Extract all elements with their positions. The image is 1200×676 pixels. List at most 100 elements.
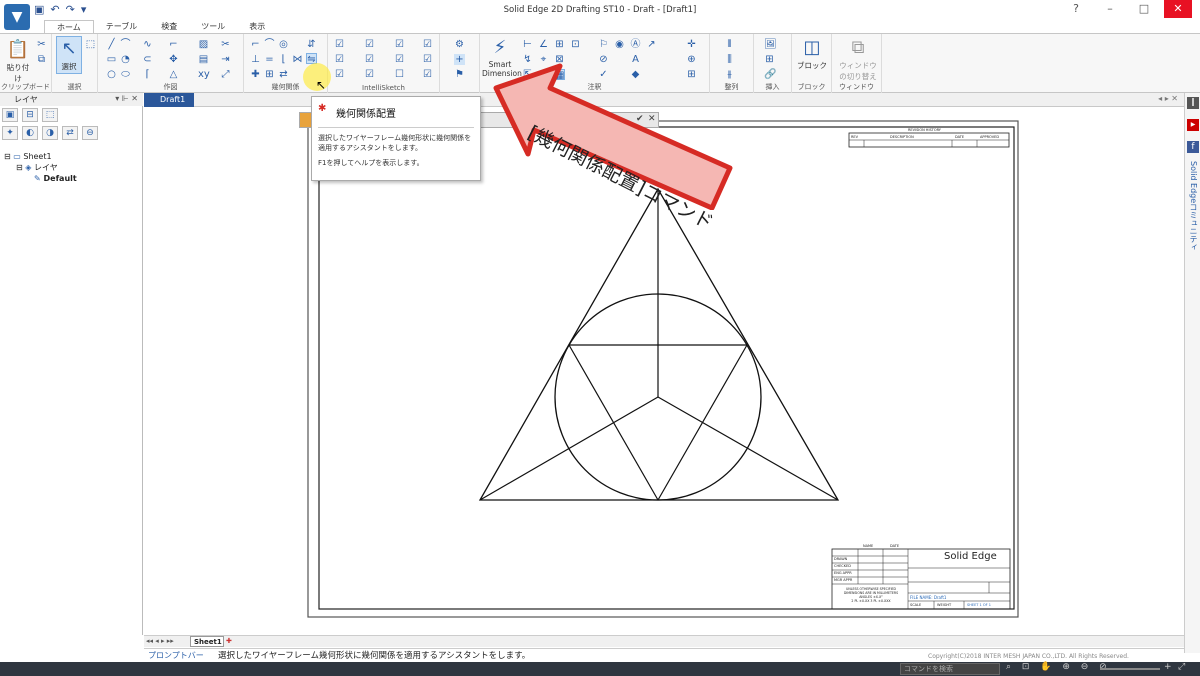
move-layer-icon[interactable]: ⇄ — [62, 126, 78, 140]
offset-icon[interactable]: ⊂ — [142, 54, 153, 65]
tab-view[interactable]: 表示 — [237, 20, 277, 34]
object-icon[interactable]: ⊞ — [764, 54, 775, 65]
sheet-nav-icon[interactable]: ◂◂ ◂ ▸ ▸▸ — [146, 637, 174, 645]
coordinate-icon[interactable]: xy — [198, 69, 210, 80]
tab-nav-icon[interactable]: ◂ ▸ ✕ — [1158, 94, 1178, 103]
cut-icon[interactable]: ✂ — [36, 39, 47, 50]
new-layer-icon[interactable]: ✦ — [2, 126, 18, 140]
circle-arc-icon[interactable]: ◔ — [120, 54, 131, 65]
view-tools-icons[interactable]: ⌕ ⊡ ✋ ⊕ ⊖ ⊘ — [1006, 662, 1111, 672]
is-check6-icon[interactable]: ☑ — [364, 54, 375, 65]
is-check7-icon[interactable]: ☑ — [394, 54, 405, 65]
is-check5-icon[interactable]: ☑ — [334, 54, 345, 65]
concentric-icon[interactable]: ◎ — [278, 39, 289, 50]
scale-icon[interactable]: ⤢ — [220, 69, 231, 80]
move-icon[interactable]: ✥ — [168, 54, 179, 65]
intellisketch-options-icon[interactable]: ⚙ — [454, 39, 465, 50]
circle-icon[interactable]: ○ — [106, 69, 117, 80]
callout-icon[interactable]: ⚐ — [598, 39, 609, 50]
window-switch-button[interactable]: ⧉ ウィンドウの切り替え — [836, 36, 880, 82]
fillet-icon[interactable]: ⌐ — [168, 39, 179, 50]
expand-icon[interactable]: ⊟ — [16, 163, 23, 172]
line-icon[interactable]: ╱ — [106, 39, 117, 50]
select-button[interactable]: ↖ 選択 — [56, 36, 82, 74]
copy-icon[interactable]: ⧉ — [36, 54, 47, 65]
mirror-icon[interactable]: △ — [168, 69, 179, 80]
expand-icon[interactable]: ⊟ — [4, 152, 11, 161]
layer-view-icon[interactable]: ▣ — [2, 108, 18, 122]
is-check4-icon[interactable]: ☑ — [422, 39, 433, 50]
coordinate-dim-icon[interactable]: ⊞ — [554, 39, 565, 50]
rigid-set-icon[interactable]: ⊞ — [264, 69, 275, 80]
add-sheet-icon[interactable]: ✚ — [226, 637, 232, 645]
chamfer-icon[interactable]: ⌈ — [142, 69, 153, 80]
tree-item-layers[interactable]: ⊟ ◈ レイヤ — [4, 162, 77, 173]
facebook-icon[interactable]: f — [1187, 141, 1199, 153]
center-mark-icon[interactable]: ✛ — [686, 39, 697, 50]
tab-table[interactable]: テーブル — [94, 20, 150, 34]
paste-button[interactable]: 📋 貼り付け — [4, 38, 32, 84]
extend-icon[interactable]: ⇥ — [220, 54, 231, 65]
intellisketch-add-icon[interactable]: + — [454, 54, 465, 65]
tab-sheet1[interactable]: Sheet1 — [190, 636, 224, 647]
select-tools-icon[interactable]: ⬚ — [85, 39, 96, 50]
leader-icon[interactable]: ↗ — [646, 39, 657, 50]
symmetric-icon[interactable]: ⋈ — [292, 54, 303, 65]
minimize-button[interactable]: – — [1096, 0, 1124, 18]
connect-icon[interactable]: ⌐ — [250, 39, 261, 50]
is-check9-icon[interactable]: ☑ — [334, 69, 345, 80]
is-check2-icon[interactable]: ☑ — [364, 39, 375, 50]
horizontal-vertical-icon[interactable]: ⌊ — [278, 54, 289, 65]
is-check10-icon[interactable]: ☑ — [364, 69, 375, 80]
hyperlink-icon[interactable]: 🔗 — [764, 69, 776, 80]
fit-icon[interactable]: ⤢ — [1178, 662, 1185, 672]
tree-item-sheet[interactable]: ⊟ ▭ Sheet1 — [4, 151, 77, 162]
hide-layer-icon[interactable]: ◑ — [42, 126, 58, 140]
tree-item-default-layer[interactable]: ✎ Default — [4, 173, 77, 184]
show-layer-icon[interactable]: ◐ — [22, 126, 38, 140]
panel-pin-close-icon[interactable]: ▾ ⊩ ✕ — [115, 94, 138, 103]
is-check1-icon[interactable]: ☑ — [334, 39, 345, 50]
is-check3-icon[interactable]: ☑ — [394, 39, 405, 50]
command-search-input[interactable]: コマンドを検索 — [900, 663, 1000, 675]
zoom-slider[interactable] — [1100, 668, 1160, 670]
tab-tools[interactable]: ツール — [189, 20, 237, 34]
collinear-icon[interactable]: ⇵ — [306, 39, 317, 50]
pause-icon[interactable]: ‖ — [1187, 97, 1199, 109]
close-button[interactable]: ✕ — [1164, 0, 1192, 18]
community-link[interactable]: Solid Edgeコミュニティ — [1188, 161, 1199, 251]
distance-icon[interactable]: ⊢ — [522, 39, 533, 50]
hatch-icon[interactable]: ▨ — [198, 39, 209, 50]
arc-icon[interactable]: ⌒ — [120, 39, 131, 50]
tab-home[interactable]: ホーム — [44, 20, 94, 34]
zoom-in-icon[interactable]: + — [1164, 662, 1172, 672]
intellisketch-flag-icon[interactable]: ⚑ — [454, 69, 465, 80]
fill-icon[interactable]: ▤ — [198, 54, 209, 65]
layer-select-icon[interactable]: ⬚ — [42, 108, 58, 122]
rectangle-icon[interactable]: ▭ — [106, 54, 117, 65]
angle-icon[interactable]: ∠ — [538, 39, 549, 50]
is-check12-icon[interactable]: ☑ — [422, 69, 433, 80]
tab-inspect[interactable]: 検査 — [149, 20, 189, 34]
align-left-icon[interactable]: ⫴ — [724, 39, 735, 50]
parallel-icon[interactable]: ⇄ — [278, 69, 289, 80]
equal-icon[interactable]: = — [264, 54, 275, 65]
is-check8-icon[interactable]: ☑ — [422, 54, 433, 65]
help-icon[interactable]: ? — [1062, 0, 1090, 18]
balloon-icon[interactable]: ◉ — [614, 39, 625, 50]
maximize-button[interactable]: □ — [1130, 0, 1158, 18]
is-check11-icon[interactable]: ☐ — [394, 69, 405, 80]
curve-icon[interactable]: ∿ — [142, 39, 153, 50]
tab-draft1[interactable]: Draft1 ✕ — [144, 93, 194, 118]
tangent-icon[interactable]: ⌒ — [264, 39, 275, 50]
perpendicular-icon[interactable]: ⊥ — [250, 54, 261, 65]
delete-layer-icon[interactable]: ⊖ — [82, 126, 98, 140]
layer-filter-icon[interactable]: ⊟ — [22, 108, 38, 122]
lock-icon[interactable]: ✚ — [250, 69, 261, 80]
image-icon[interactable]: 🖼 — [764, 39, 777, 50]
text-icon[interactable]: Ⓐ — [630, 39, 641, 50]
block-button[interactable]: ◫ ブロック — [796, 36, 828, 71]
trim-icon[interactable]: ✂ — [220, 39, 231, 50]
ellipse-icon[interactable]: ⬭ — [120, 69, 131, 80]
symmetric-dim-icon[interactable]: ⊡ — [570, 39, 581, 50]
